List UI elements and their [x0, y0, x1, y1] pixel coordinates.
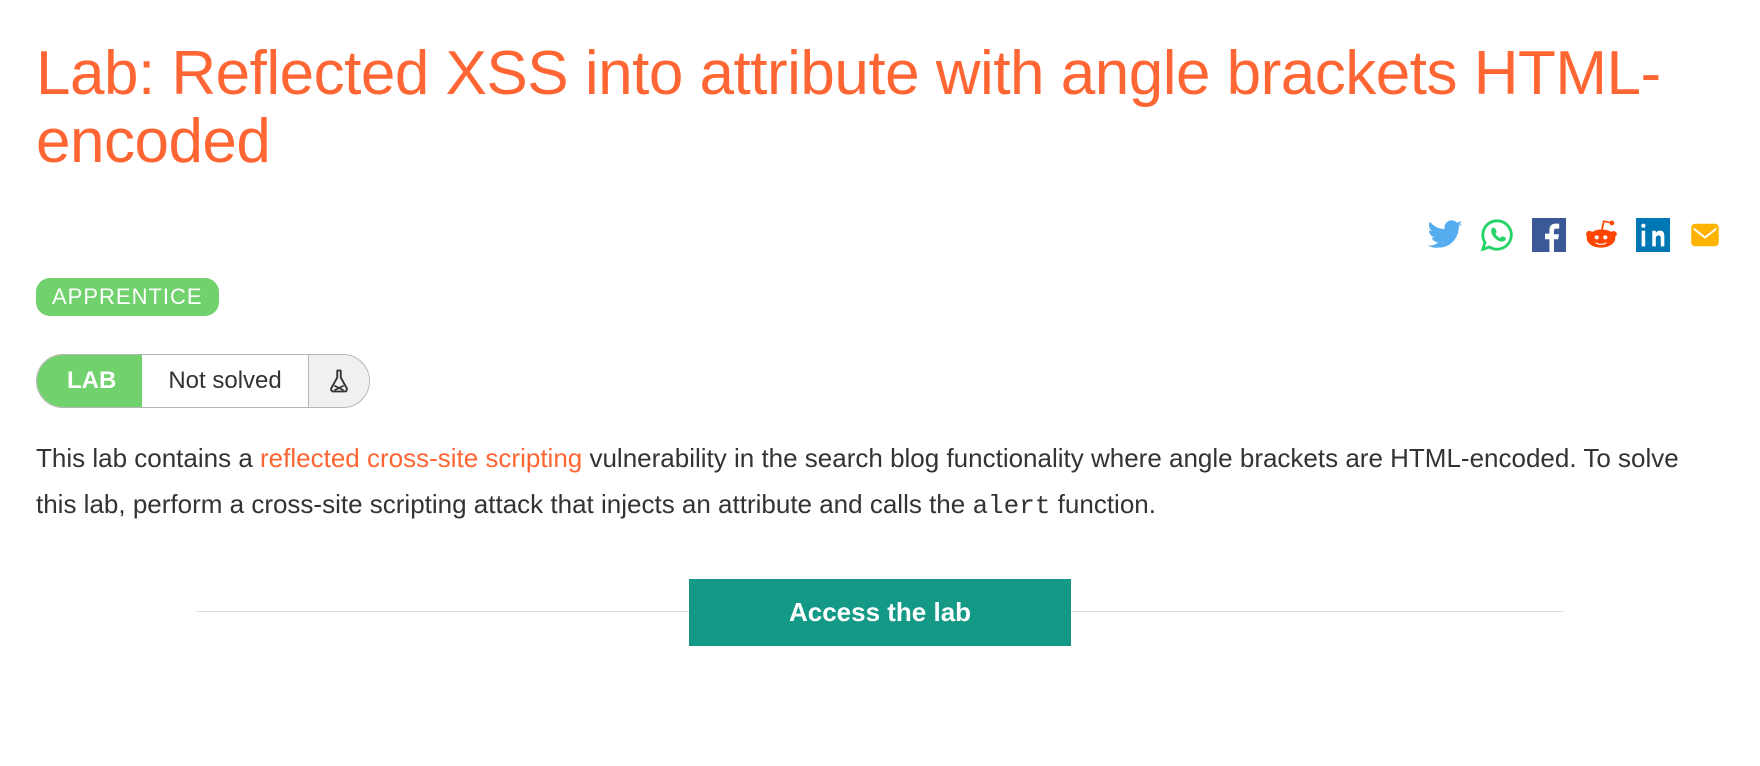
access-lab-button[interactable]: Access the lab [689, 579, 1071, 646]
alert-code: alert [972, 491, 1050, 521]
twitter-icon[interactable] [1426, 216, 1464, 254]
share-row [36, 206, 1724, 278]
email-icon[interactable] [1686, 216, 1724, 254]
reflected-xss-link[interactable]: reflected cross-site scripting [260, 443, 582, 473]
description-text-pre: This lab contains a [36, 443, 260, 473]
reddit-icon[interactable] [1582, 216, 1620, 254]
cta-section: Access the lab [36, 579, 1724, 646]
page-title: Lab: Reflected XSS into attribute with a… [36, 40, 1724, 176]
description-text-tail: function. [1050, 489, 1156, 519]
lab-description: This lab contains a reflected cross-site… [36, 436, 1724, 529]
facebook-icon[interactable] [1530, 216, 1568, 254]
whatsapp-icon[interactable] [1478, 216, 1516, 254]
level-badge: APPRENTICE [36, 278, 219, 316]
lab-status-text: Not solved [142, 355, 308, 407]
lab-tag: LAB [37, 355, 142, 407]
flask-icon [309, 355, 369, 407]
lab-status-pill: LAB Not solved [36, 354, 370, 408]
linkedin-icon[interactable] [1634, 216, 1672, 254]
